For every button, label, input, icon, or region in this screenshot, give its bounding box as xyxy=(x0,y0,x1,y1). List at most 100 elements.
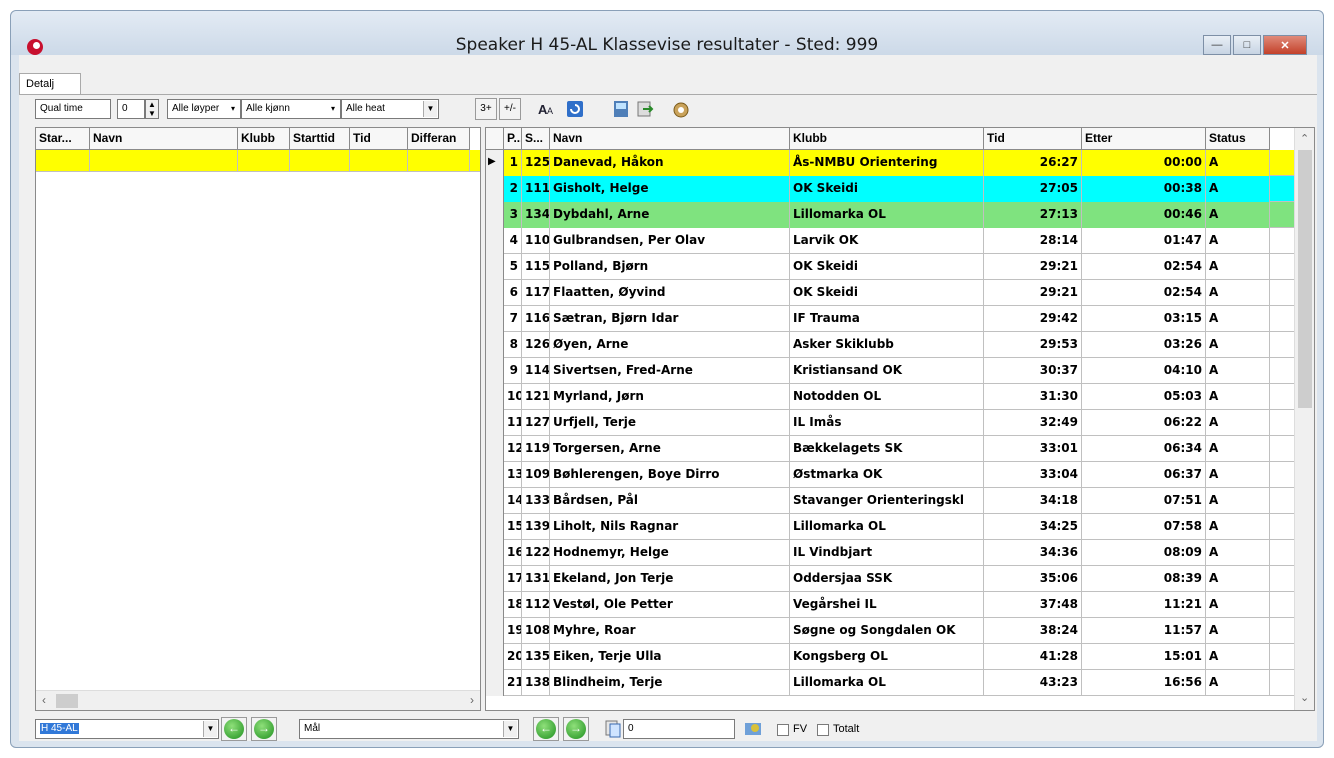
prev-class-button[interactable]: ← xyxy=(221,717,247,741)
refresh-icon[interactable] xyxy=(565,99,585,119)
start-number-cell: 109 xyxy=(522,462,550,488)
row-selector[interactable] xyxy=(486,410,504,436)
next-class-button[interactable]: → xyxy=(251,717,277,741)
runners-filter-select[interactable]: Alle løyper ▾ xyxy=(167,99,241,119)
row-selector[interactable] xyxy=(486,332,504,358)
current-runner-row[interactable] xyxy=(36,150,480,172)
column-header-status[interactable]: Status xyxy=(1206,128,1270,150)
row-selector[interactable] xyxy=(486,670,504,696)
close-button[interactable]: ✕ xyxy=(1263,35,1307,55)
runner-name-cell: Hodnemyr, Helge xyxy=(550,540,790,566)
left-column-header[interactable]: Tid xyxy=(350,128,408,150)
left-column-header[interactable]: Navn xyxy=(90,128,238,150)
minimize-button[interactable]: — xyxy=(1203,35,1231,55)
status-cell: A xyxy=(1206,254,1270,280)
table-row[interactable]: 3 134 Dybdahl, Arne Lillomarka OL 27:13 00:46… xyxy=(486,202,1294,228)
row-selector[interactable] xyxy=(486,358,504,384)
table-row[interactable]: 5 115 Polland, Bjørn OK Skeidi 29:21 02:54 A xyxy=(486,254,1294,280)
row-selector[interactable] xyxy=(486,202,504,228)
gender-filter-select[interactable]: Alle kjønn ▾ xyxy=(241,99,341,119)
arrow-left-icon: ← xyxy=(224,719,244,739)
table-row[interactable]: 11127Urfjell, TerjeIL Imås32:4906:22A xyxy=(486,410,1294,436)
horizontal-scrollbar[interactable]: ‹ › xyxy=(36,690,480,710)
time-cell: 32:49 xyxy=(984,410,1082,436)
table-row[interactable]: 6 117 Flaatten, Øyvind OK Skeidi 29:21 02:54 A xyxy=(486,280,1294,306)
left-column-header[interactable]: Star... xyxy=(36,128,90,150)
copy-icon[interactable] xyxy=(603,719,623,739)
row-selector[interactable] xyxy=(486,592,504,618)
row-selector[interactable] xyxy=(486,540,504,566)
export-icon[interactable] xyxy=(635,99,655,119)
table-row[interactable]: 15139Liholt, Nils RagnarLillomarka OL34:… xyxy=(486,514,1294,540)
table-row[interactable]: 17131Ekeland, Jon TerjeOddersjaa SSK35:0… xyxy=(486,566,1294,592)
row-selector[interactable] xyxy=(486,566,504,592)
top3-button[interactable]: 3+ xyxy=(475,98,497,120)
prev-control-button[interactable]: ← xyxy=(533,717,559,741)
table-row[interactable]: 10121Myrland, JørnNotodden OL31:3005:03A xyxy=(486,384,1294,410)
vertical-scrollbar[interactable]: ⌃ ⌄ xyxy=(1294,128,1314,710)
column-header-club[interactable]: Klubb xyxy=(790,128,984,150)
scrollbar-thumb[interactable] xyxy=(1298,150,1312,408)
column-header-time[interactable]: Tid xyxy=(984,128,1082,150)
row-selector[interactable] xyxy=(486,228,504,254)
scroll-down-icon[interactable]: ⌄ xyxy=(1300,691,1309,704)
row-selector[interactable] xyxy=(486,384,504,410)
scrollbar-thumb[interactable] xyxy=(56,694,78,708)
table-row[interactable]: 4 110 Gulbrandsen, Per Olav Larvik OK 28:14 0… xyxy=(486,228,1294,254)
column-header-name[interactable]: Navn xyxy=(550,128,790,150)
column-header-behind[interactable]: Etter xyxy=(1082,128,1206,150)
next-control-button[interactable]: → xyxy=(563,717,589,741)
row-selector[interactable] xyxy=(486,254,504,280)
table-row[interactable]: 2 111 Gisholt, Helge OK Skeidi 27:05 00:38 A xyxy=(486,176,1294,202)
tab-detalj[interactable]: Detalj xyxy=(19,73,81,95)
row-selector[interactable] xyxy=(486,618,504,644)
scroll-up-icon[interactable]: ⌃ xyxy=(1300,132,1309,145)
table-row[interactable]: 16122Hodnemyr, HelgeIL Vindbjart34:3608:… xyxy=(486,540,1294,566)
row-selector[interactable] xyxy=(486,436,504,462)
map-icon[interactable] xyxy=(743,719,763,739)
row-selector[interactable] xyxy=(486,644,504,670)
class-select[interactable]: H 45-AL ▼ xyxy=(35,719,219,739)
left-column-header[interactable]: Differan xyxy=(408,128,470,150)
number-input[interactable]: 0 xyxy=(623,719,735,739)
table-row[interactable]: 7 116 Sætran, Bjørn Idar IF Trauma 29:42 03:1… xyxy=(486,306,1294,332)
total-checkbox[interactable] xyxy=(817,724,829,736)
row-selector[interactable] xyxy=(486,280,504,306)
chevron-down-icon: ▼ xyxy=(503,721,517,737)
settings-icon[interactable] xyxy=(671,99,691,119)
scroll-right-icon[interactable]: › xyxy=(470,693,474,707)
current-row-indicator-icon[interactable]: ▶ xyxy=(486,150,504,176)
column-header-start[interactable]: S... xyxy=(522,128,550,150)
table-row[interactable]: 13109Bøhlerengen, Boye DirroØstmarka OK3… xyxy=(486,462,1294,488)
heat-filter-select[interactable]: Alle heat ▼ xyxy=(341,99,439,119)
row-selector[interactable] xyxy=(486,176,504,202)
table-row[interactable]: ▶ 1 125 Danevad, Håkon Ås-NMBU Orientering 26… xyxy=(486,150,1294,176)
row-selector[interactable] xyxy=(486,306,504,332)
plus-minus-button[interactable]: +/- xyxy=(499,98,521,120)
control-select[interactable]: Mål ▼ xyxy=(299,719,519,739)
font-size-icon[interactable]: AA xyxy=(537,99,557,119)
table-row[interactable]: 21138Blindheim, TerjeLillomarka OL43:231… xyxy=(486,670,1294,696)
club-cell: IL Vindbjart xyxy=(790,540,984,566)
fv-checkbox[interactable] xyxy=(777,724,789,736)
table-row[interactable]: 14133Bårdsen, PålStavanger Orienteringsk… xyxy=(486,488,1294,514)
club-cell: Oddersjaa SSK xyxy=(790,566,984,592)
table-row[interactable]: 19108Myhre, RoarSøgne og Songdalen OK38:… xyxy=(486,618,1294,644)
qual-time-input[interactable]: 0 xyxy=(117,99,145,119)
row-selector[interactable] xyxy=(486,462,504,488)
row-selector[interactable] xyxy=(486,488,504,514)
table-row[interactable]: 9 114 Sivertsen, Fred-Arne Kristiansand OK 3… xyxy=(486,358,1294,384)
row-selector[interactable] xyxy=(486,514,504,540)
qual-time-spinner[interactable]: ▲ ▼ xyxy=(145,99,159,119)
column-header-pos[interactable]: P... xyxy=(504,128,522,150)
left-column-header[interactable]: Klubb xyxy=(238,128,290,150)
start-number-cell: 115 xyxy=(522,254,550,280)
scroll-left-icon[interactable]: ‹ xyxy=(42,693,46,707)
print-icon[interactable] xyxy=(611,99,631,119)
left-column-header[interactable]: Starttid xyxy=(290,128,350,150)
table-row[interactable]: 18112Vestøl, Ole PetterVegårshei IL37:48… xyxy=(486,592,1294,618)
maximize-button[interactable]: □ xyxy=(1233,35,1261,55)
table-row[interactable]: 12119Torgersen, ArneBækkelagets SK33:010… xyxy=(486,436,1294,462)
table-row[interactable]: 8 126 Øyen, Arne Asker Skiklubb 29:53 03:26 A xyxy=(486,332,1294,358)
table-row[interactable]: 20135Eiken, Terje UllaKongsberg OL41:281… xyxy=(486,644,1294,670)
